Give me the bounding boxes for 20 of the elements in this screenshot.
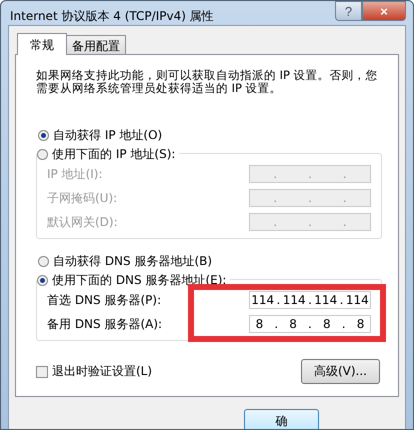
field-label: 默认网关(D): [47,214,118,230]
radio-icon[interactable] [37,149,48,160]
radio-icon[interactable] [38,130,49,140]
ok-button[interactable]: 确 [244,409,319,429]
field-label: 子网掩码(U): [47,190,118,206]
checkbox-icon[interactable] [36,366,48,378]
ip-address-field[interactable]: 114 . 114 . 114 . 114 [249,291,371,309]
tab[interactable]: 常规 [17,33,67,55]
field-label: 首选 DNS 服务器(P): [47,292,162,308]
help-button[interactable]: ? [335,1,362,21]
ip-address-field[interactable]: 8 . 8 . 8 . 8 [249,315,371,333]
advanced-button[interactable]: 高级(V)... [300,359,380,384]
window-title: Internet 协议版本 4 (TCP/IPv4) 属性 [9,8,214,25]
description-text: 如果网络支持此功能，则可以获取自动指派的 IP 设置。否则，您需要从网络系统管理员处获得适当的 IP 设置。 [36,69,379,95]
radio-icon[interactable] [37,275,48,286]
tab[interactable]: 备用配置 [66,35,126,54]
field-label: IP 地址(I): [47,166,103,182]
radio-option[interactable]: 使用下面的 IP 地址(S): [37,146,180,163]
radio-icon[interactable] [38,256,49,266]
field-label: 备用 DNS 服务器(A): [47,316,162,332]
